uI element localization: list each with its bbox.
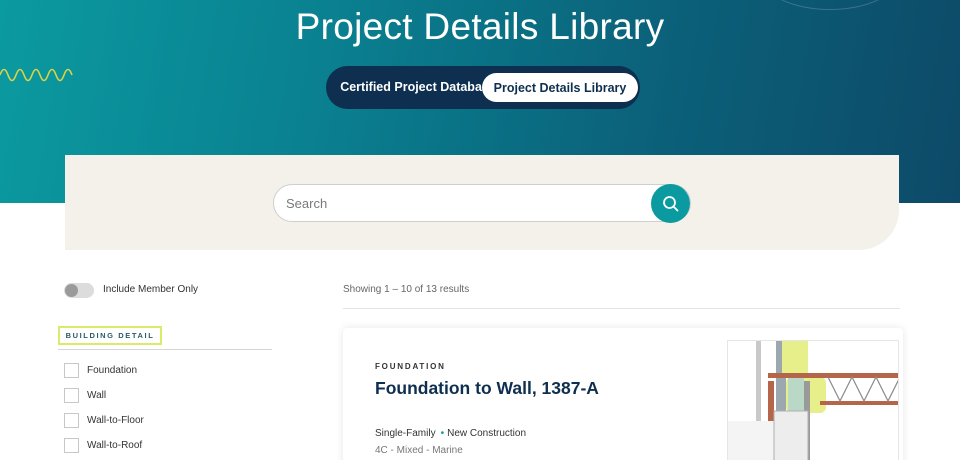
filter-label: Wall-to-Floor (87, 414, 144, 426)
filter-label: Wall (87, 389, 107, 401)
filter-item-wall-to-floor[interactable]: Wall-to-Floor (64, 412, 144, 428)
foundation-detail-drawing (728, 341, 898, 460)
results-summary: Showing 1 – 10 of 13 results (343, 284, 470, 295)
card-category: FOUNDATION (375, 362, 446, 371)
search-input[interactable] (286, 187, 646, 219)
checkbox[interactable] (64, 437, 79, 453)
member-only-toggle[interactable] (64, 283, 94, 298)
tag-separator-dot: • (440, 428, 445, 439)
squiggle-decoration-icon (0, 68, 73, 82)
tab-certified-project-database[interactable]: Certified Project Database (340, 71, 496, 104)
card-tags: Single-Family • New Construction (375, 428, 526, 439)
member-only-label: Include Member Only (103, 284, 199, 295)
filter-divider (58, 349, 272, 350)
detail-drawing-image[interactable] (727, 340, 899, 460)
search-button[interactable] (651, 184, 690, 223)
library-tabs: Certified Project Database Project Detai… (326, 66, 640, 109)
checkbox[interactable] (64, 412, 79, 428)
filter-heading-building-detail: BUILDING DETAIL (58, 326, 162, 345)
search-box (273, 184, 691, 222)
filter-item-foundation[interactable]: Foundation (64, 362, 137, 378)
building-type-tag: Single-Family (375, 428, 436, 439)
filter-item-wall[interactable]: Wall (64, 387, 106, 403)
construction-tag: New Construction (447, 428, 527, 439)
search-icon (662, 195, 678, 211)
filter-label: Wall-to-Roof (87, 439, 143, 451)
filter-item-wall-to-roof[interactable]: Wall-to-Roof (64, 437, 142, 453)
tab-project-details-library[interactable]: Project Details Library (482, 73, 638, 102)
page-title: Project Details Library (295, 6, 665, 47)
card-title[interactable]: Foundation to Wall, 1387-A (375, 378, 599, 399)
results-divider (343, 308, 900, 309)
toggle-knob (65, 284, 78, 297)
card-meta: 4C - Mixed - Marine (375, 445, 463, 456)
filter-label: Foundation (87, 364, 138, 376)
checkbox[interactable] (64, 362, 79, 378)
checkbox[interactable] (64, 387, 79, 403)
